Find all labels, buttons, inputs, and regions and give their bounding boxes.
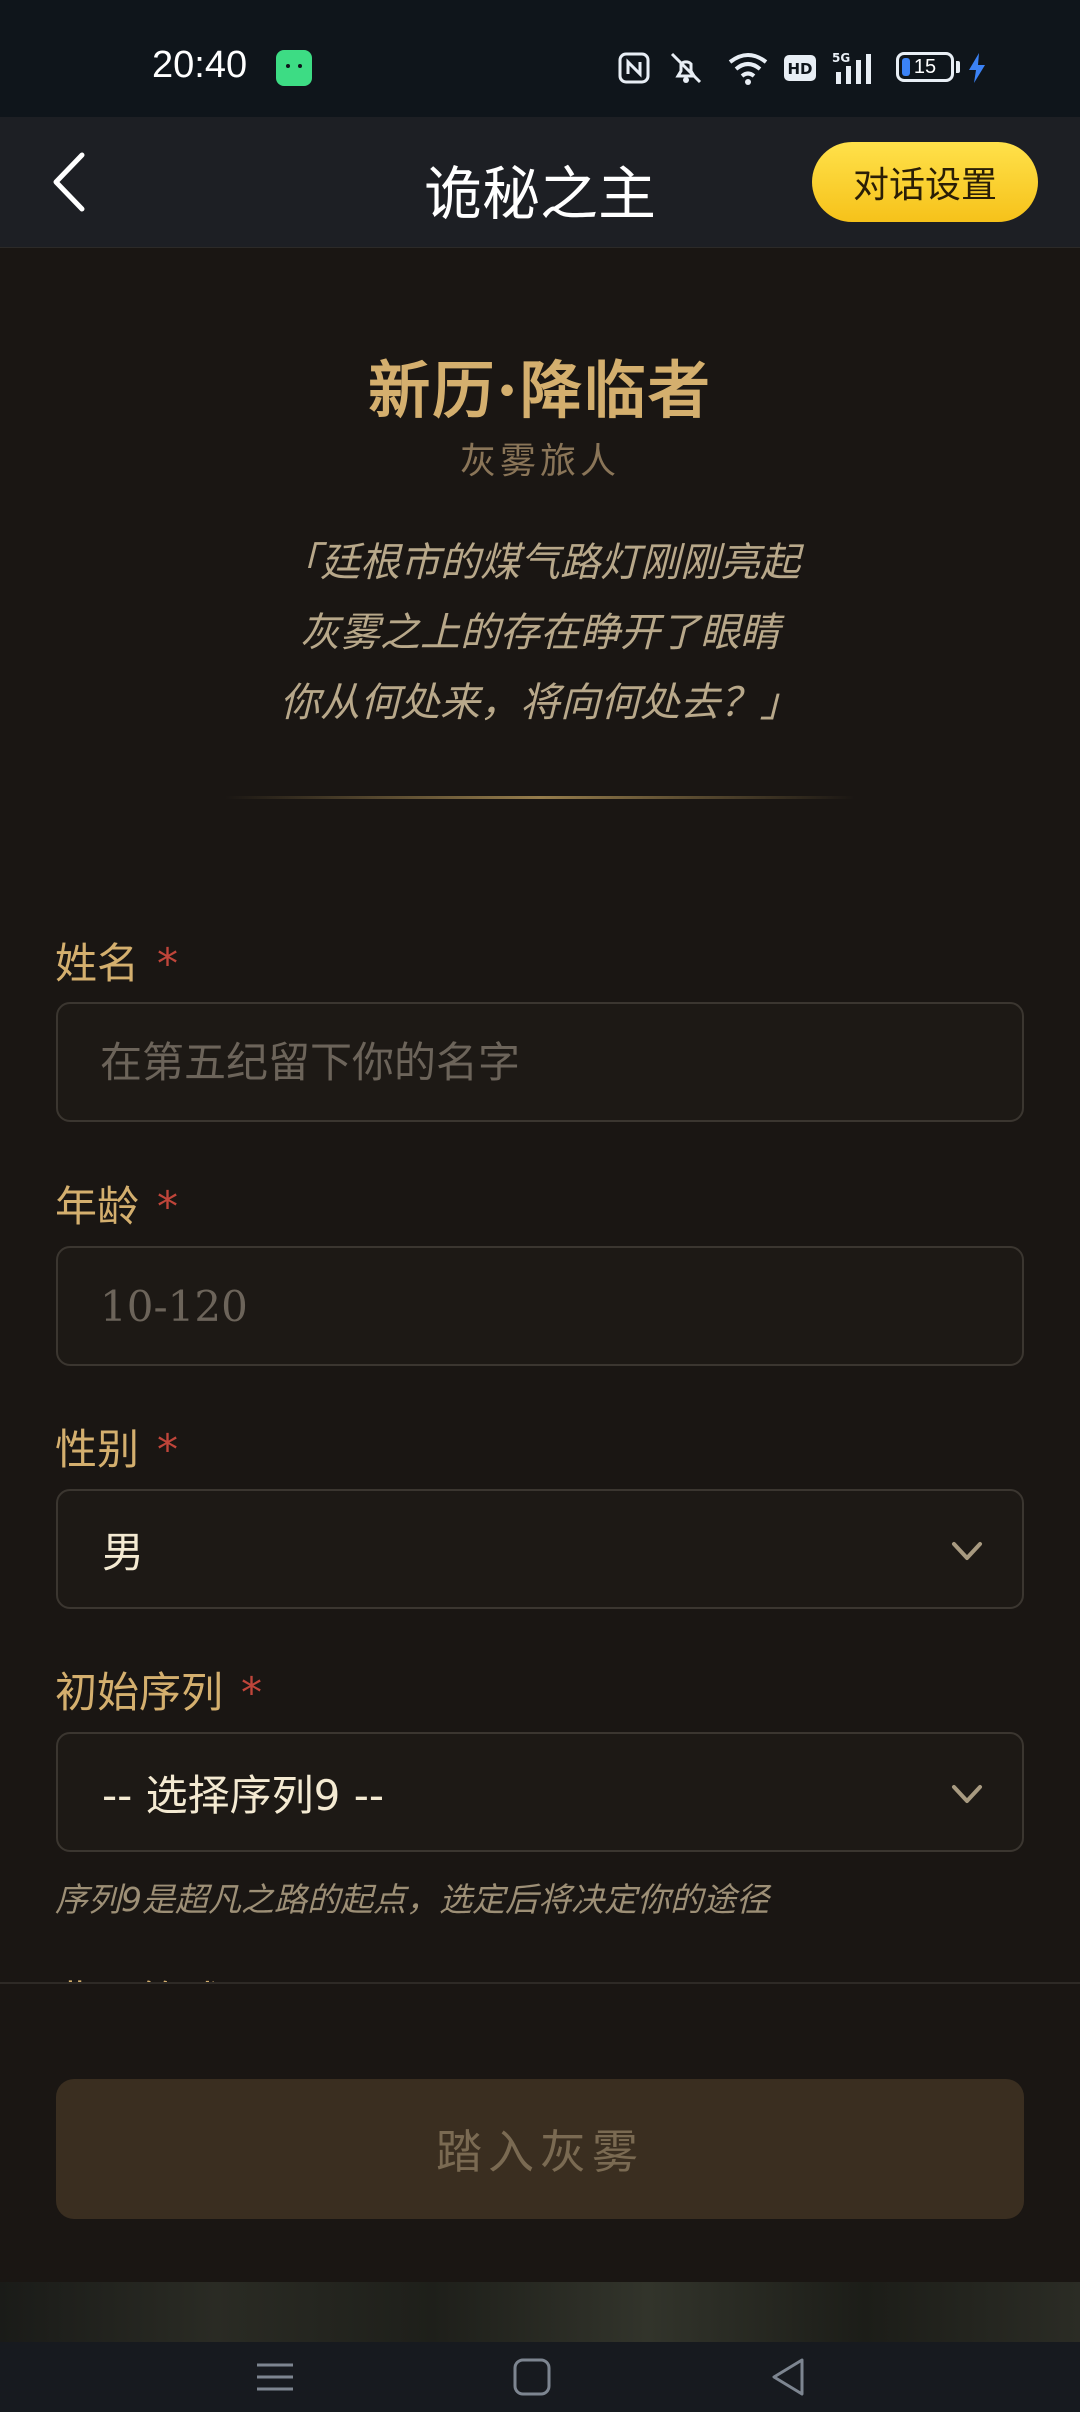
battery-icon: 15 — [896, 52, 954, 82]
svg-text:5G: 5G — [832, 51, 850, 65]
name-label-text: 姓名 — [55, 939, 140, 988]
gender-select[interactable]: 男 — [56, 1489, 1024, 1609]
chat-settings-button[interactable]: 对话设置 — [812, 142, 1038, 222]
age-label-text: 年龄 — [55, 1182, 140, 1231]
gender-label: 性别 * — [55, 1416, 178, 1477]
age-input[interactable] — [58, 1248, 1022, 1364]
required-mark: * — [157, 1182, 179, 1231]
ornament-divider — [225, 796, 855, 799]
sequence-selected-value: -- 选择序列9 -- — [102, 1770, 385, 1820]
status-bar: 20:40 HD 5G 15 — [0, 0, 1080, 117]
hd-icon: HD — [782, 50, 818, 86]
gender-selected-value: 男 — [102, 1527, 145, 1577]
system-nav-bar — [0, 2342, 1080, 2412]
hero-subtitle: 灰雾旅人 — [459, 441, 620, 482]
gender-label-text: 性别 — [55, 1425, 140, 1474]
wifi-icon — [724, 50, 772, 86]
chevron-down-icon — [952, 1542, 982, 1560]
quote-line: 你从何处来，将向何处去？」 — [280, 680, 800, 726]
required-mark: * — [241, 1668, 263, 1717]
form-content[interactable]: 新历·降临者 灰雾旅人 「廷根市的煤气路灯刚刚亮起 灰雾之上的存在睁开了眼睛 你… — [0, 248, 1080, 1982]
sequence-label: 初始序列 * — [55, 1659, 262, 1720]
battery-level: 15 — [913, 55, 937, 78]
nfc-icon — [614, 50, 654, 86]
age-label: 年龄 * — [55, 1173, 178, 1234]
quote-line: 「廷根市的煤气路灯刚刚亮起 — [280, 540, 800, 586]
hero-title: 新历·降临者 — [368, 354, 712, 427]
home-icon — [513, 2358, 551, 2396]
chevron-down-icon — [952, 1785, 982, 1803]
age-field[interactable] — [56, 1246, 1024, 1366]
recent-apps-button[interactable] — [250, 2352, 300, 2402]
mute-icon — [662, 50, 710, 86]
sequence-label-text: 初始序列 — [55, 1668, 224, 1717]
required-mark: * — [157, 1425, 179, 1474]
5g-signal-icon: 5G — [830, 50, 880, 86]
charging-icon — [964, 50, 990, 86]
home-button[interactable] — [507, 2352, 557, 2402]
background-scenery — [0, 2282, 1080, 2342]
quote-line: 灰雾之上的存在睁开了眼睛 — [300, 610, 780, 656]
sequence-hint: 序列9是超凡之路的起点，选定后将决定你的途径 — [55, 1880, 769, 1919]
background-label: 背景简述 — [55, 1968, 223, 1982]
menu-icon — [257, 2363, 293, 2391]
sequence-select[interactable]: -- 选择序列9 -- — [56, 1732, 1024, 1852]
back-triangle-icon — [772, 2358, 804, 2396]
submit-button[interactable]: 踏入灰雾 — [56, 2079, 1024, 2219]
submit-panel: 踏入灰雾 — [0, 1982, 1080, 2284]
name-input[interactable] — [58, 1004, 1022, 1120]
required-mark: * — [157, 939, 179, 988]
svg-text:HD: HD — [787, 60, 812, 78]
name-label: 姓名 * — [55, 930, 178, 991]
back-nav-button[interactable] — [764, 2352, 814, 2402]
app-bar: 诡秘之主 对话设置 — [0, 117, 1080, 248]
android-app-icon — [276, 50, 312, 86]
status-time: 20:40 — [152, 44, 248, 86]
name-field[interactable] — [56, 1002, 1024, 1122]
